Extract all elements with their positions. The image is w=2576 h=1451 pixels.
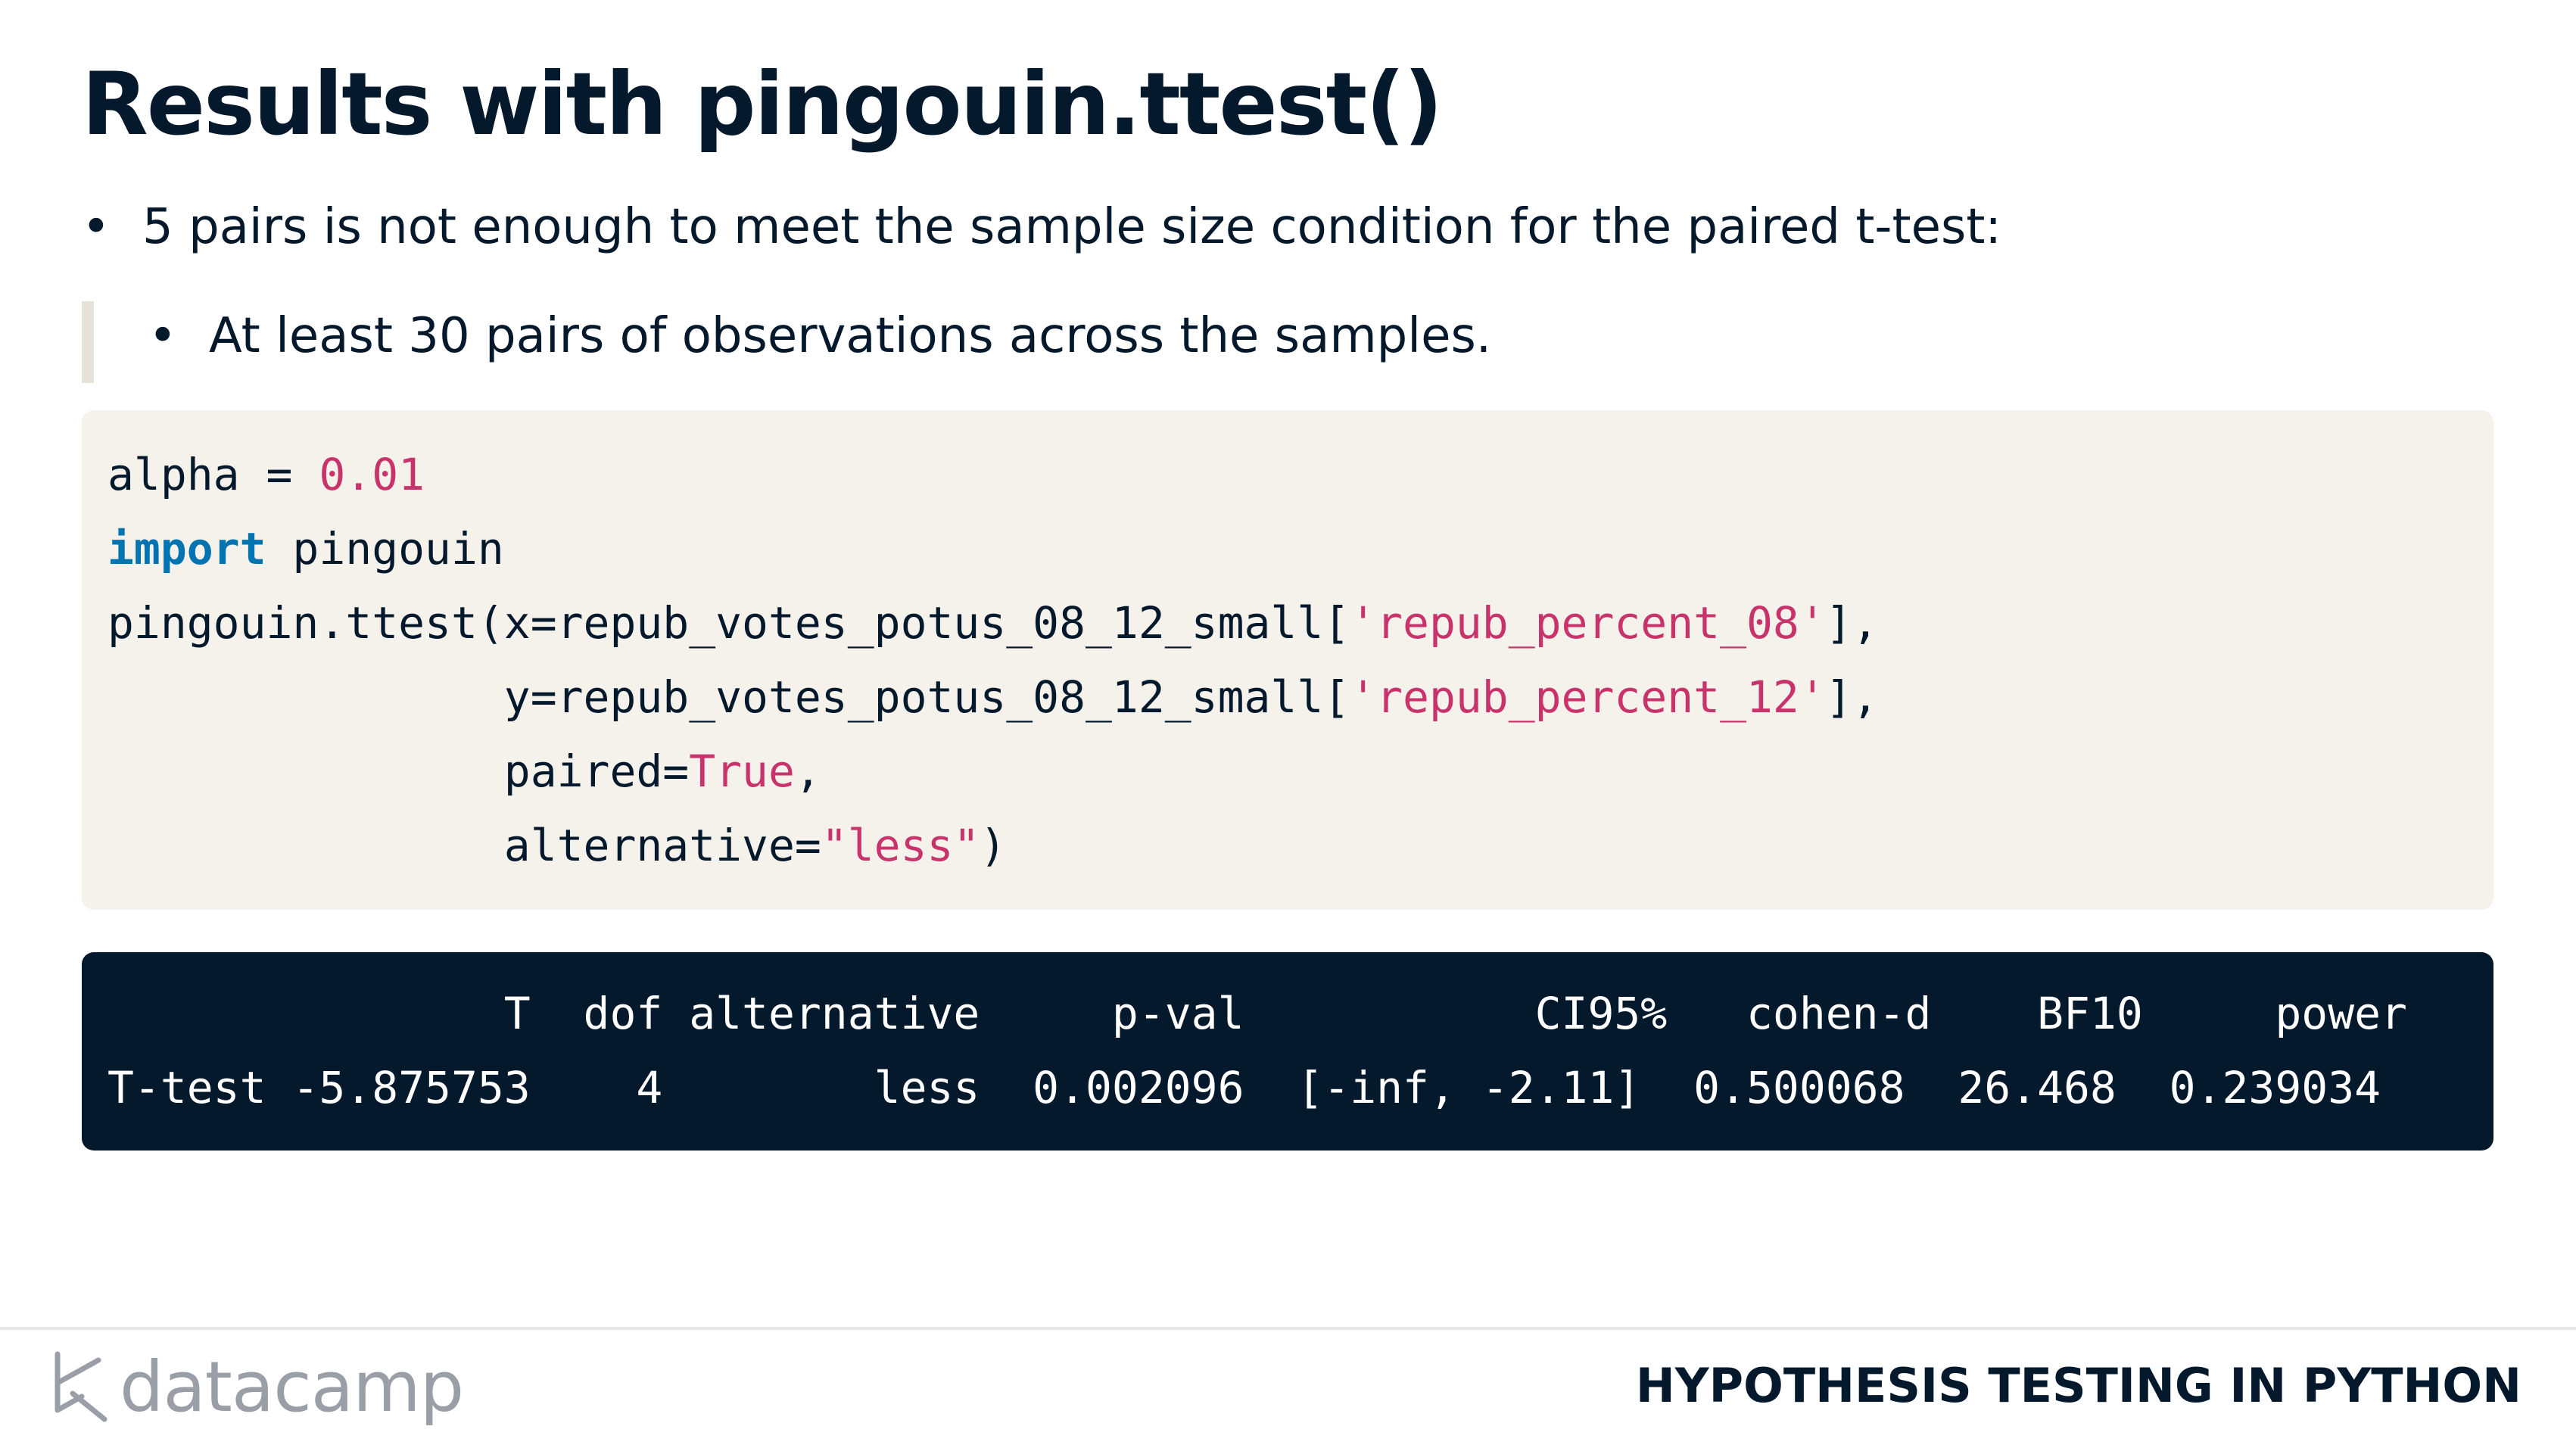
code-line-5-value: True bbox=[689, 746, 795, 797]
output-block: T dof alternative p-val CI95% cohen-d BF… bbox=[82, 952, 2493, 1151]
bullet-text: 5 pairs is not enough to meet the sample… bbox=[142, 199, 2001, 255]
datacamp-logo-icon bbox=[55, 1351, 107, 1422]
datacamp-wordmark: datacamp bbox=[120, 1347, 464, 1428]
bullet-dot-icon: • bbox=[148, 308, 177, 364]
code-line-4-string: 'repub_percent_12' bbox=[1350, 671, 1826, 723]
code-block: alpha = 0.01 import pingouin pingouin.tt… bbox=[82, 410, 2493, 910]
code-line-4-post: ], bbox=[1825, 671, 1879, 723]
bullet-dot-icon: • bbox=[82, 199, 111, 255]
output-data-row: T-test -5.875753 4 less 0.002096 [-inf, … bbox=[107, 1062, 2381, 1113]
code-line-1-number: 0.01 bbox=[319, 449, 425, 500]
code-line-5-pre: paired= bbox=[107, 746, 690, 797]
code-line-3-string: 'repub_percent_08' bbox=[1350, 597, 1826, 649]
course-title: HYPOTHESIS TESTING IN PYTHON bbox=[1635, 1358, 2521, 1413]
output-text: T dof alternative p-val CI95% cohen-d BF… bbox=[107, 976, 2407, 1125]
code-line-3-pre: pingouin.ttest(x=repub_votes_potus_08_12… bbox=[107, 597, 1350, 649]
code-line-3-post: ], bbox=[1825, 597, 1879, 649]
code-line-5-post: , bbox=[794, 746, 821, 797]
code-line-6-post: ) bbox=[980, 820, 1007, 871]
bullet-text: At least 30 pairs of observations across… bbox=[209, 308, 1492, 364]
bullet-sample-size: • 5 pairs is not enough to meet the sampl… bbox=[82, 198, 2001, 257]
code-line-6-string: "less" bbox=[821, 820, 980, 871]
code-line-4-pre: y=repub_votes_potus_08_12_small[ bbox=[107, 671, 1350, 723]
code-line-6-pre: alternative= bbox=[107, 820, 821, 871]
datacamp-logo: datacamp bbox=[51, 1346, 464, 1429]
code-line-2-keyword: import bbox=[107, 523, 266, 574]
slide-title: Results with pingouin.ttest() bbox=[82, 54, 1443, 154]
indent-bar bbox=[82, 301, 94, 383]
code-line-2-rest: pingouin bbox=[266, 523, 504, 574]
code-line-1-var: alpha = bbox=[107, 449, 319, 500]
bullet-30-pairs: • At least 30 pairs of observations acros… bbox=[148, 307, 1491, 366]
footer-divider bbox=[0, 1327, 2576, 1330]
code-text: alpha = 0.01 import pingouin pingouin.tt… bbox=[107, 437, 1879, 883]
output-header-row: T dof alternative p-val CI95% cohen-d BF… bbox=[107, 988, 2407, 1039]
